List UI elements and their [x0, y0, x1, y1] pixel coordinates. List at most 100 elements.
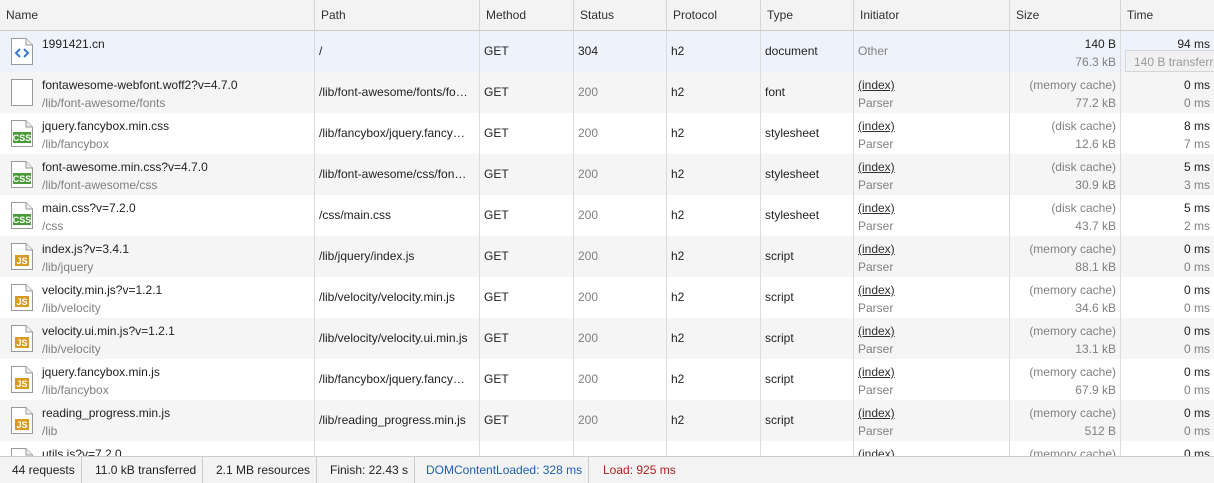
size-resource: 30.9 kB: [1075, 178, 1116, 192]
column-header-name[interactable]: Name: [0, 0, 315, 30]
initiator-cell: (index) Parser: [854, 236, 1010, 277]
request-rows: 1991421.cn / GET 304 h2 document Other 140 B 76.…: [0, 31, 1214, 456]
size-transferred: (disk cache): [1051, 119, 1116, 133]
column-header-type[interactable]: Type: [761, 0, 854, 30]
resources-size: 2.1 MB resources: [210, 457, 318, 483]
size-resource: 76.3 kB: [1075, 55, 1116, 69]
size-cell: (disk cache) 43.7 kB: [1010, 195, 1121, 236]
method-cell: GET: [480, 359, 574, 400]
size-cell: (memory cache) 77.2 kB: [1010, 72, 1121, 113]
initiator-link[interactable]: (index): [858, 160, 1005, 174]
name-cell[interactable]: JS velocity.min.js?v=1.2.1/lib/velocity: [0, 277, 315, 318]
size-resource: 77.2 kB: [1075, 96, 1116, 110]
name-cell[interactable]: JS reading_progress.min.js/lib: [0, 400, 315, 441]
status-cell: 304: [574, 31, 667, 72]
column-header-protocol[interactable]: Protocol: [667, 0, 761, 30]
status-cell: 200: [574, 113, 667, 154]
table-row[interactable]: CSS main.css?v=7.2.0/css/css/main.css GET 2…: [0, 195, 1214, 236]
request-folder: /lib/fancybox: [42, 137, 109, 151]
js-file-icon: JS: [10, 283, 34, 312]
path-cell: /lib/fancybox/jquery.fancy…: [315, 359, 480, 400]
column-header-time[interactable]: Time: [1121, 0, 1214, 30]
name-cell[interactable]: JS velocity.ui.min.js?v=1.2.1/lib/velocit…: [0, 318, 315, 359]
load-time: Load: 925 ms: [603, 463, 676, 477]
initiator-link[interactable]: (index): [858, 406, 1005, 420]
column-header-status[interactable]: Status: [574, 0, 667, 30]
initiator-cell: (index) Parser: [854, 318, 1010, 359]
js-file-icon: JS: [10, 365, 34, 394]
status-cell: 200: [574, 154, 667, 195]
css-file-icon: CSS: [10, 160, 34, 189]
name-cell[interactable]: CSS jquery.fancybox.min.css/lib/fancybox: [0, 113, 315, 154]
time-total: 5 ms: [1183, 201, 1210, 215]
css-file-icon: CSS: [10, 119, 34, 148]
table-row[interactable]: JS index.js?v=3.4.1/lib/jquery/lib/jquery…: [0, 236, 1214, 277]
initiator-detail: Parser: [858, 260, 894, 274]
initiator-link[interactable]: (index): [858, 201, 1005, 215]
table-row[interactable]: JS velocity.ui.min.js?v=1.2.1/lib/velocit…: [0, 318, 1214, 359]
time-cell: 0 ms 0 ms: [1121, 72, 1214, 113]
table-row[interactable]: JS jquery.fancybox.min.js/lib/fancybox/li…: [0, 359, 1214, 400]
initiator-link[interactable]: (index): [858, 324, 1005, 338]
size-cell: 140 B 76.3 kB: [1010, 31, 1121, 72]
column-header-size[interactable]: Size: [1010, 0, 1121, 30]
path-cell: [315, 441, 480, 456]
name-cell[interactable]: fontawesome-webfont.woff2?v=4.7.0/lib/fo…: [0, 72, 315, 113]
table-header: Name Path Method Status Protocol Type In…: [0, 0, 1214, 31]
table-row[interactable]: JS reading_progress.min.js/lib/lib/readin…: [0, 400, 1214, 441]
request-name: velocity.ui.min.js?v=1.2.1: [42, 324, 175, 338]
size-transferred: (memory cache): [1029, 78, 1116, 92]
request-name: reading_progress.min.js: [42, 406, 171, 420]
initiator-link[interactable]: (index): [858, 447, 1005, 456]
initiator-link[interactable]: (index): [858, 119, 1005, 133]
status-cell: 200: [574, 318, 667, 359]
path-cell: /: [315, 31, 480, 72]
time-cell: 8 ms 7 ms: [1121, 113, 1214, 154]
size-cell: (memory cache) 67.9 kB: [1010, 359, 1121, 400]
size-transferred: (memory cache): [1029, 406, 1116, 420]
status-cell: 200: [574, 72, 667, 113]
path-cell: /css/main.css: [315, 195, 480, 236]
time-cell: 0 ms: [1121, 441, 1214, 456]
table-row[interactable]: 1991421.cn / GET 304 h2 document Other 140 B 76.…: [0, 31, 1214, 72]
table-row[interactable]: JS velocity.min.js?v=1.2.1/lib/velocity/l…: [0, 277, 1214, 318]
size-resource: 12.6 kB: [1075, 137, 1116, 151]
size-tooltip: 140 B transferred: [1125, 50, 1214, 72]
method-cell: GET: [480, 31, 574, 72]
initiator-link[interactable]: (index): [858, 283, 1005, 297]
time-total: 0 ms: [1183, 283, 1210, 297]
time-latency: 0 ms: [1183, 96, 1210, 110]
name-cell[interactable]: JS utils.js?v=7.2.0: [0, 441, 315, 456]
initiator-link[interactable]: (index): [858, 78, 1005, 92]
table-row[interactable]: CSS font-awesome.min.css?v=4.7.0/lib/font…: [0, 154, 1214, 195]
table-row[interactable]: JS utils.js?v=7.2.0 (index) (memory cache) 0…: [0, 441, 1214, 456]
method-cell: GET: [480, 113, 574, 154]
initiator-link[interactable]: (index): [858, 242, 1005, 256]
method-cell: [480, 441, 574, 456]
time-total: 5 ms: [1183, 160, 1210, 174]
name-cell[interactable]: JS jquery.fancybox.min.js/lib/fancybox: [0, 359, 315, 400]
protocol-cell: h2: [667, 195, 761, 236]
size-transferred: (disk cache): [1051, 201, 1116, 215]
column-header-method[interactable]: Method: [480, 0, 574, 30]
initiator-link[interactable]: (index): [858, 365, 1005, 379]
protocol-cell: h2: [667, 31, 761, 72]
initiator-detail: Parser: [858, 383, 894, 397]
type-cell: script: [761, 318, 854, 359]
method-cell: GET: [480, 72, 574, 113]
column-header-initiator[interactable]: Initiator: [854, 0, 1010, 30]
status-cell: 200: [574, 195, 667, 236]
name-cell[interactable]: CSS font-awesome.min.css?v=4.7.0/lib/font…: [0, 154, 315, 195]
path-cell: /lib/font-awesome/fonts/fo…: [315, 72, 480, 113]
initiator-detail: Parser: [858, 178, 894, 192]
time-cell: 0 ms 0 ms: [1121, 400, 1214, 441]
status-bar: 44 requests 11.0 kB transferred 2.1 MB r…: [0, 456, 1214, 483]
table-row[interactable]: CSS jquery.fancybox.min.css/lib/fancybox /…: [0, 113, 1214, 154]
size-resource: 67.9 kB: [1075, 383, 1116, 397]
name-cell[interactable]: 1991421.cn: [0, 31, 315, 72]
name-cell[interactable]: CSS main.css?v=7.2.0/css: [0, 195, 315, 236]
column-header-path[interactable]: Path: [315, 0, 480, 30]
type-cell: script: [761, 400, 854, 441]
table-row[interactable]: fontawesome-webfont.woff2?v=4.7.0/lib/fo…: [0, 72, 1214, 113]
name-cell[interactable]: JS index.js?v=3.4.1/lib/jquery: [0, 236, 315, 277]
